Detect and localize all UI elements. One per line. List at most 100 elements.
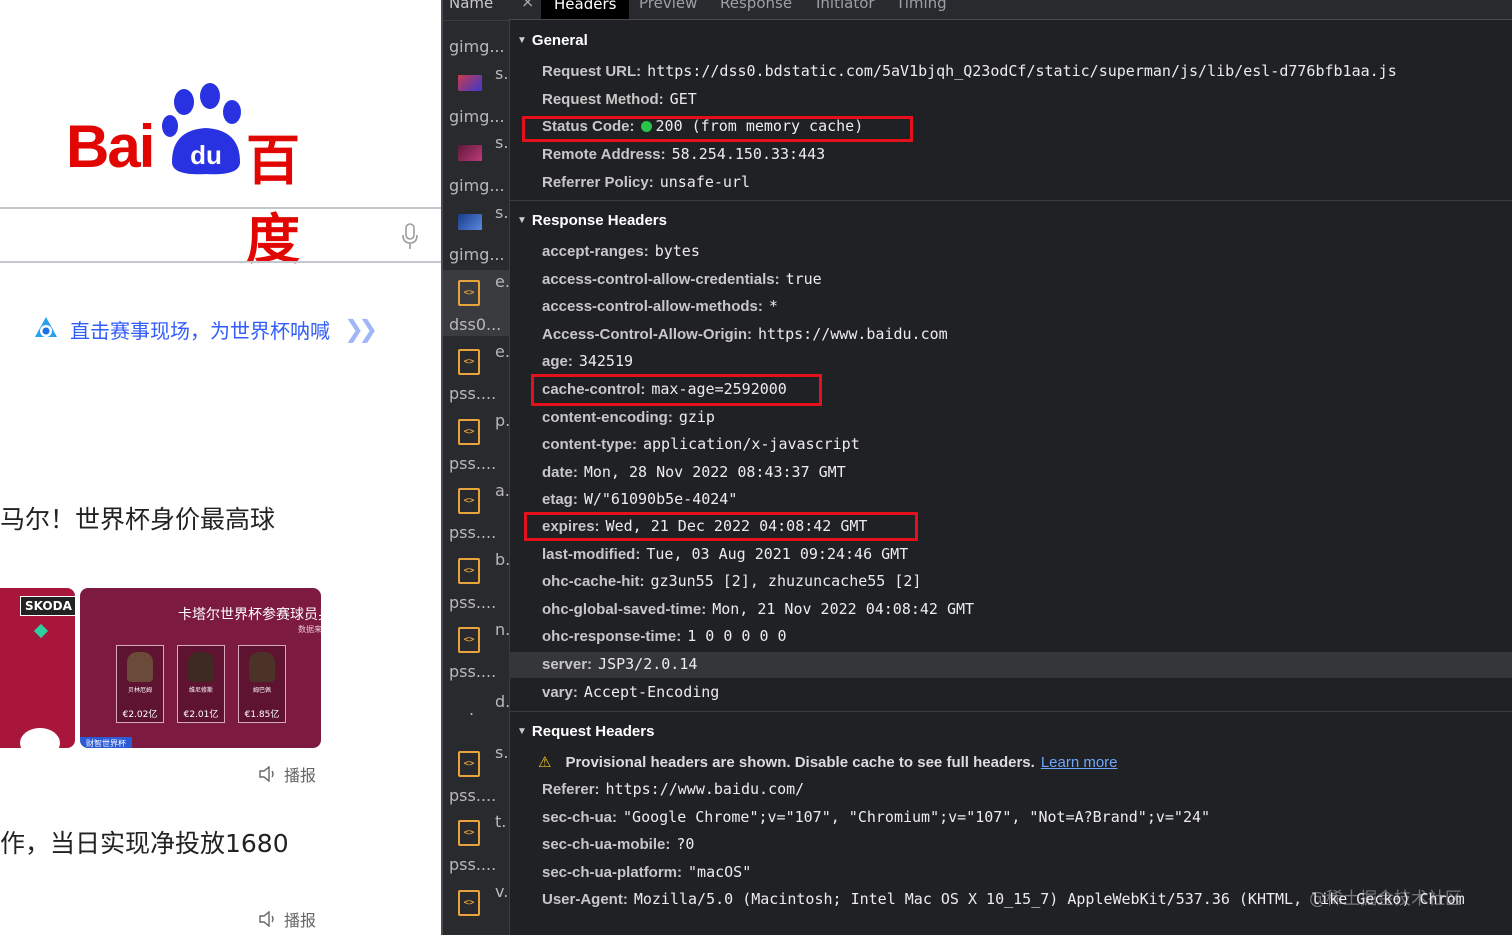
logo-bai-text: Bai [66, 113, 155, 180]
worldcup-card-image[interactable]: 卡塔尔世界杯参赛球员身 数据来源：足球天 贝林厄姆 €2.02亿 维尼修斯 €2… [80, 588, 321, 748]
skoda-badge: SKODA [20, 596, 75, 616]
search-input[interactable] [0, 207, 441, 263]
request-name[interactable]: gimg... [449, 37, 505, 56]
request-letter[interactable]: b. [495, 550, 510, 569]
section-response-headers-toggle[interactable]: ▼ Response Headers [517, 212, 667, 229]
watermark: @稀土掘金技术社区 [1309, 889, 1462, 909]
header-row: server: JSP3/2.0.14 [542, 655, 698, 673]
header-row: access-control-allow-credentials: true [542, 270, 822, 288]
header-row: content-encoding: gzip [542, 408, 715, 426]
player-name: 维尼修斯 [188, 687, 213, 694]
warning-icon: ⚠ [538, 753, 552, 771]
request-letter[interactable]: d. [495, 692, 510, 711]
request-letter[interactable]: s. [495, 743, 508, 762]
image-thumb-icon [458, 75, 482, 91]
close-icon[interactable]: × [521, 0, 534, 11]
request-letter[interactable]: p. [495, 411, 510, 430]
detail-tabs: × Headers Preview Response Initiator Tim… [509, 0, 1512, 20]
request-name[interactable]: gimg... [449, 176, 505, 195]
header-row: Access-Control-Allow-Origin: https://www.… [542, 325, 948, 343]
highlight-box [531, 374, 822, 406]
request-letter[interactable]: e. [495, 272, 510, 291]
request-list: Name gimg... s. gimg... s. gimg... s. gi… [443, 0, 510, 935]
header-row: Referrer Policy: unsafe-url [542, 173, 751, 191]
header-row: sec-ch-ua-mobile: ?0 [542, 835, 695, 853]
name-column-header[interactable]: Name [443, 0, 509, 21]
js-file-icon: <> [458, 751, 480, 777]
request-letter[interactable]: e. [495, 342, 510, 361]
request-name[interactable]: gimg... [449, 245, 505, 264]
player-name: 贝林厄姆 [127, 687, 152, 694]
player-value: €1.85亿 [244, 710, 280, 720]
baidu-logo[interactable]: Bai du 百度 [62, 82, 352, 270]
tab-timing[interactable]: Timing [896, 0, 947, 12]
player-name: 姆巴佩 [252, 687, 271, 694]
js-file-icon: <> [458, 419, 480, 445]
request-letter[interactable]: s. [495, 64, 508, 83]
play-audio-button[interactable]: 播报 [258, 907, 316, 931]
js-file-icon: <> [458, 627, 480, 653]
tab-response[interactable]: Response [720, 0, 792, 12]
js-file-icon: <> [458, 558, 480, 584]
request-name[interactable]: pss.... [449, 662, 496, 681]
request-letter[interactable]: s. [495, 133, 508, 152]
player-value: €2.01亿 [183, 710, 219, 720]
news-title[interactable]: 作，当日实现净投放1680 [0, 824, 289, 860]
request-name[interactable]: pss.... [449, 855, 496, 874]
baidu-page: Bai du 百度 直击赛事现场，为世界杯呐喊 ❯❯ 马尔！世界杯身价最高球 S… [0, 0, 441, 935]
card-footer: 财智世界杯 [80, 737, 132, 748]
logo-du-text: du [190, 140, 222, 170]
tab-preview[interactable]: Preview [639, 0, 697, 12]
header-row: Remote Address: 58.254.150.33:443 [542, 145, 826, 163]
request-name[interactable]: pss.... [449, 384, 496, 403]
js-file-icon: <> [458, 488, 480, 514]
js-file-icon: <> [458, 820, 480, 846]
speaker-icon [259, 911, 274, 927]
baidu-paw-icon: du [162, 83, 241, 175]
tab-initiator[interactable]: Initiator [816, 0, 875, 12]
learn-more-link[interactable]: Learn more [1041, 754, 1118, 771]
highlight-box [524, 512, 918, 541]
tab-headers[interactable]: Headers [541, 0, 630, 19]
speaker-icon [259, 766, 274, 782]
provisional-warning: ⚠ Provisional headers are shown. Disable … [538, 753, 1118, 771]
request-name[interactable]: gimg... [449, 107, 505, 126]
microphone-icon[interactable] [401, 223, 419, 251]
request-name[interactable]: . [469, 700, 474, 719]
request-name[interactable]: pss.... [449, 786, 496, 805]
image-thumb-icon [458, 214, 482, 230]
section-general-toggle[interactable]: ▼ General [517, 32, 588, 49]
news-thumbnail[interactable]: SKODA [0, 588, 75, 748]
js-file-icon: <> [458, 349, 480, 375]
header-row: content-type: application/x-javascript [542, 435, 860, 453]
request-name[interactable]: dss0... [449, 315, 501, 334]
chevron-right-icon: ❯❯ [344, 315, 378, 343]
promo-logo-icon [35, 317, 57, 337]
request-letter[interactable]: a. [495, 481, 510, 500]
triangle-down-icon: ▼ [517, 726, 527, 737]
request-letter[interactable]: n. [495, 620, 510, 639]
worldcup-promo-link[interactable]: 直击赛事现场，为世界杯呐喊 ❯❯ [32, 312, 378, 346]
player-card: 姆巴佩 €1.85亿 [238, 645, 286, 723]
news-title[interactable]: 马尔！世界杯身价最高球 [0, 500, 275, 536]
request-letter[interactable]: t. [495, 812, 506, 831]
request-letter[interactable]: s. [495, 203, 508, 222]
triangle-down-icon: ▼ [517, 215, 527, 226]
header-row: age: 342519 [542, 352, 634, 370]
header-row: sec-ch-ua-platform: "macOS" [542, 863, 752, 881]
header-row: accept-ranges: bytes [542, 242, 700, 260]
play-audio-button[interactable]: 播报 [258, 762, 316, 786]
header-row: Request URL: https://dss0.bdstatic.com/5a… [542, 62, 1397, 80]
play-label: 播报 [284, 766, 317, 785]
header-row: sec-ch-ua: "Google Chrome";v="107", "Chro… [542, 808, 1211, 826]
request-name[interactable]: pss.... [449, 454, 496, 473]
header-row: ohc-cache-hit: gz3un55 [2], zhuzuncache55… [542, 572, 922, 590]
devtools-panel: Name gimg... s. gimg... s. gimg... s. gi… [441, 0, 1512, 935]
request-name[interactable]: pss.... [449, 523, 496, 542]
player-card: 贝林厄姆 €2.02亿 [116, 645, 164, 723]
ball-shape [20, 728, 60, 748]
section-request-headers-toggle[interactable]: ▼ Request Headers [517, 723, 654, 740]
header-row: Referer: https://www.baidu.com/ [542, 780, 805, 798]
request-letter[interactable]: v. [495, 882, 508, 901]
request-name[interactable]: pss.... [449, 593, 496, 612]
